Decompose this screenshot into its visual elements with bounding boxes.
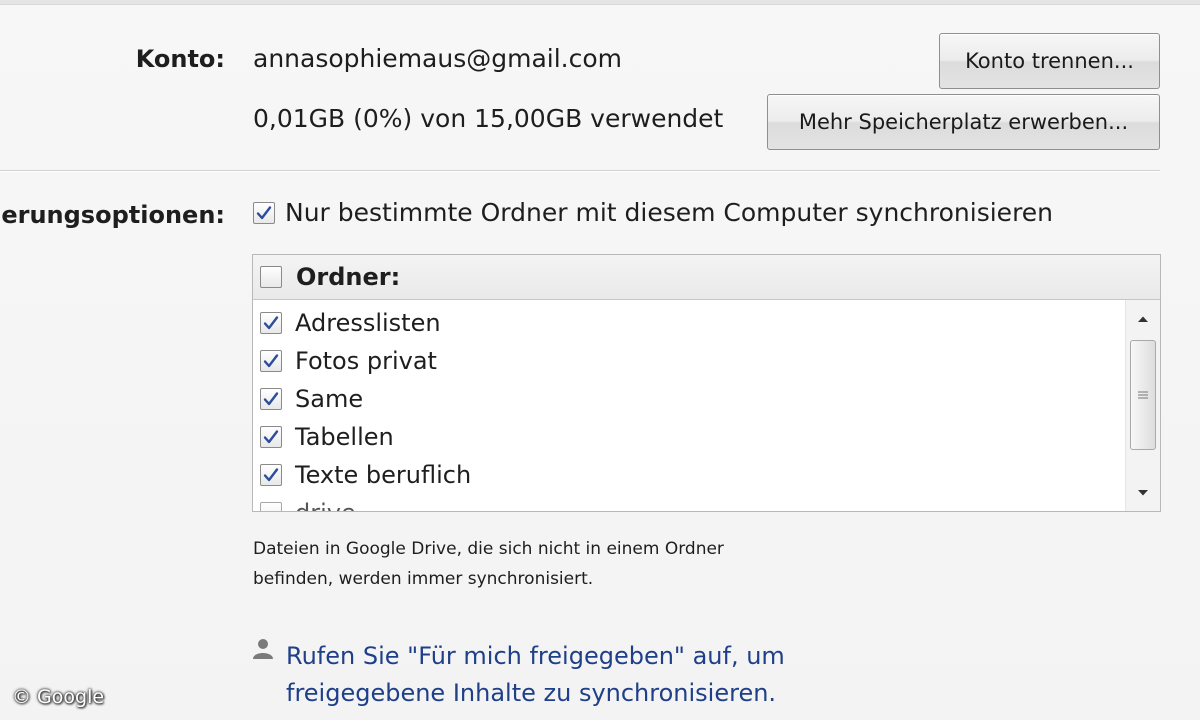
disconnect-account-button[interactable]: Konto trennen... [939, 33, 1160, 89]
folder-checkbox[interactable] [260, 502, 282, 511]
shared-link-line: freigegebene Inhalte zu synchronisieren. [286, 679, 777, 707]
account-label: Konto: [135, 45, 225, 73]
folder-list-header: Ordner: [253, 255, 1160, 300]
buy-storage-button[interactable]: Mehr Speicherplatz erwerben... [767, 94, 1160, 150]
checkmark-icon [263, 392, 279, 406]
checkmark-icon [263, 430, 279, 444]
sync-options-label: erungsoptionen: [1, 201, 225, 229]
grip-icon [1138, 391, 1148, 399]
folder-item[interactable]: drive [260, 494, 471, 511]
sync-selected-folders-option[interactable]: Nur bestimmte Ordner mit diesem Computer… [253, 198, 1053, 227]
folder-name: Fotos privat [295, 347, 437, 375]
section-divider [0, 170, 1160, 172]
folder-name: Adresslisten [295, 309, 441, 337]
folder-item[interactable]: Fotos privat [260, 342, 471, 380]
google-watermark: © Google [12, 686, 105, 708]
sync-note-line: befinden, werden immer synchronisiert. [253, 569, 594, 589]
account-email: annasophiemaus@gmail.com [253, 44, 623, 73]
folder-name: Texte beruflich [295, 461, 472, 489]
folder-item[interactable]: Texte beruflich [260, 456, 471, 494]
folder-checkbox[interactable] [260, 388, 282, 410]
folder-checkbox[interactable] [260, 464, 282, 486]
sync-note-line: Dateien in Google Drive, die sich nicht … [253, 539, 724, 559]
checkmark-icon [263, 354, 279, 368]
storage-usage: 0,01GB (0%) von 15,00GB verwendet [253, 104, 724, 133]
folder-list: Adresslisten Fotos privat Same Tabellen … [253, 300, 1160, 511]
folder-checkbox[interactable] [260, 426, 282, 448]
folder-item[interactable]: Same [260, 380, 471, 418]
folder-rows: Adresslisten Fotos privat Same Tabellen … [260, 304, 471, 511]
folder-name: Tabellen [295, 423, 394, 451]
folder-name: drive [295, 499, 356, 511]
scroll-up-arrow-icon[interactable] [1126, 304, 1160, 334]
scrollbar-thumb[interactable] [1130, 340, 1156, 450]
person-icon [252, 638, 274, 664]
folder-item[interactable]: Tabellen [260, 418, 471, 456]
checkmark-icon [263, 316, 279, 330]
folder-list-box: Ordner: Adresslisten Fotos privat Same T… [252, 254, 1161, 512]
folder-checkbox[interactable] [260, 350, 282, 372]
folder-list-scrollbar[interactable] [1125, 300, 1160, 511]
sync-note: Dateien in Google Drive, die sich nicht … [253, 534, 724, 594]
scroll-down-arrow-icon[interactable] [1126, 478, 1160, 508]
google-drive-preferences-panel: Konto: annasophiemaus@gmail.com Konto tr… [0, 0, 1200, 720]
folder-checkbox[interactable] [260, 312, 282, 334]
folder-header-label: Ordner: [296, 263, 401, 291]
folder-name: Same [295, 385, 364, 413]
top-edge [0, 0, 1200, 5]
sync-selected-folders-checkbox[interactable] [253, 201, 275, 224]
checkmark-icon [263, 468, 279, 482]
folder-item[interactable]: Adresslisten [260, 304, 471, 342]
checkmark-icon [256, 205, 272, 219]
shared-with-me-link[interactable]: Rufen Sie "Für mich freigegeben" auf, um… [286, 638, 785, 712]
shared-link-line: Rufen Sie "Für mich freigegeben" auf, um [286, 642, 785, 670]
sync-selected-folders-text: Nur bestimmte Ordner mit diesem Computer… [285, 198, 1054, 227]
select-all-folders-checkbox[interactable] [260, 266, 282, 288]
